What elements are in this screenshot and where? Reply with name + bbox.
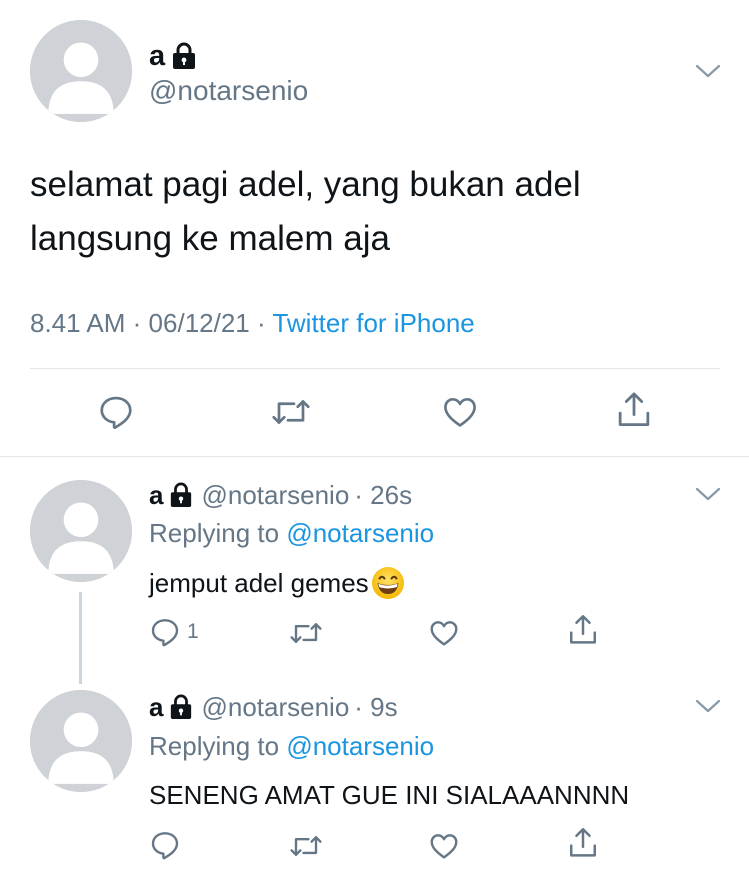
- tweet-text-content: SENENG AMAT GUE INI SIALAAANNNN: [149, 779, 630, 810]
- like-button[interactable]: [441, 393, 479, 431]
- lock-icon: [169, 694, 193, 720]
- reply-icon: [100, 396, 132, 429]
- replying-to-handle[interactable]: @notarsenio: [286, 518, 434, 548]
- retweet-icon: [290, 623, 322, 643]
- retweet-button[interactable]: [288, 618, 324, 648]
- author-handle[interactable]: @notarsenio: [201, 480, 349, 511]
- like-icon: [430, 621, 458, 646]
- author-handle-row: @notarsenio: [149, 74, 308, 108]
- retweet-button[interactable]: [288, 831, 324, 861]
- share-button[interactable]: [567, 826, 599, 860]
- tweet-text-line: langsung ke malem aja: [30, 219, 390, 258]
- tweet-timestamp: 8.41 AM · 06/12/21 · Twitter for iPhone: [30, 308, 475, 339]
- tweet-time[interactable]: 8.41 AM: [30, 308, 125, 338]
- replying-to: Replying to @notarsenio: [149, 518, 434, 549]
- author-name-row: a: [149, 38, 197, 74]
- author-name[interactable]: a: [149, 40, 165, 73]
- retweet-icon: [272, 400, 310, 424]
- tweet-text: jemput adel gemes: [149, 564, 405, 602]
- avatar[interactable]: [30, 20, 132, 122]
- tweet-text: selamat pagi adel, yang bukan adel langs…: [30, 158, 720, 266]
- divider: [0, 456, 749, 457]
- author-handle[interactable]: @notarsenio: [149, 75, 308, 107]
- share-icon: [569, 828, 597, 857]
- avatar[interactable]: [30, 480, 132, 582]
- retweet-icon: [290, 836, 322, 856]
- like-icon: [444, 397, 476, 427]
- tweet-age[interactable]: · 9s: [354, 692, 397, 723]
- reply-button[interactable]: 1: [149, 616, 199, 648]
- chevron-down-icon[interactable]: [695, 486, 721, 502]
- reply-icon: [151, 832, 179, 860]
- separator: ·: [132, 308, 142, 338]
- tweet-date[interactable]: 06/12/21: [149, 308, 250, 338]
- tweet-source-link[interactable]: Twitter for iPhone: [272, 308, 474, 338]
- lock-icon: [169, 482, 193, 508]
- share-icon: [569, 615, 597, 644]
- lock-icon: [171, 42, 197, 70]
- like-button[interactable]: [428, 617, 460, 649]
- share-button[interactable]: [615, 390, 653, 430]
- author-name[interactable]: a: [149, 692, 163, 723]
- reply-count: 1: [187, 620, 199, 643]
- author-handle[interactable]: @notarsenio: [201, 692, 349, 723]
- thread-line: [79, 592, 82, 684]
- divider: [30, 368, 720, 369]
- author-name[interactable]: a: [149, 480, 163, 511]
- tweet-text-line: selamat pagi adel, yang bukan adel: [30, 165, 581, 204]
- tweet-age[interactable]: · 26s: [354, 480, 412, 511]
- avatar[interactable]: [30, 690, 132, 792]
- replying-to-label: Replying to: [149, 731, 287, 761]
- replying-to-label: Replying to: [149, 518, 287, 548]
- share-button[interactable]: [567, 613, 599, 647]
- author-name-row: a @notarsenio · 9s: [149, 690, 398, 724]
- grinning-face-emoji-icon: [371, 566, 405, 600]
- chevron-down-icon[interactable]: [695, 698, 721, 714]
- tweet-text: SENENG AMAT GUE INI SIALAAANNNN: [149, 778, 629, 812]
- author-name-row: a @notarsenio · 26s: [149, 478, 412, 512]
- chevron-down-icon[interactable]: [695, 63, 721, 79]
- separator: ·: [257, 308, 266, 338]
- reply-icon: [151, 619, 179, 647]
- retweet-button[interactable]: [270, 394, 312, 430]
- reply-button[interactable]: [97, 393, 135, 431]
- like-button[interactable]: [428, 830, 460, 862]
- reply-button[interactable]: [149, 829, 187, 861]
- like-icon: [430, 834, 458, 859]
- replying-to: Replying to @notarsenio: [149, 731, 434, 762]
- share-icon: [618, 392, 650, 426]
- tweet-text-content: jemput adel gemes: [149, 567, 369, 598]
- replying-to-handle[interactable]: @notarsenio: [286, 731, 434, 761]
